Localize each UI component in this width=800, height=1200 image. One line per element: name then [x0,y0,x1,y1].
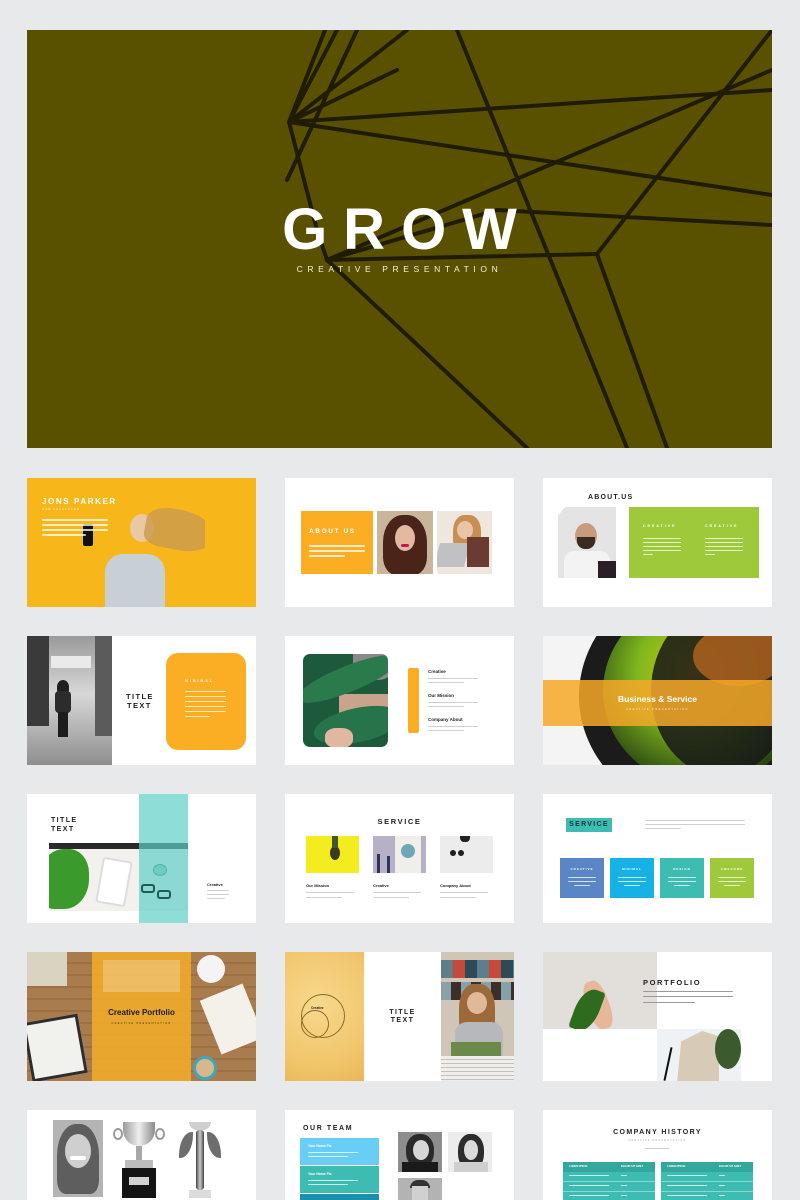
slide-title: PORTFOLIO [643,978,702,987]
slide-thumbnail-jons-parker[interactable]: JONS PARKER WEB DEVELOPER [27,478,256,607]
slide-title-line1: TITLE [126,692,154,701]
slide-title: SERVICE [377,817,422,826]
box-label: CREATIVE [570,867,594,871]
slide-thumbnail-about-us-2[interactable]: ABOUT.US CREATIVE CREATIVE [543,478,772,607]
team-photo-3 [398,1178,442,1200]
slide-title-line2: TEXT [127,701,152,710]
service-item-title: Creative [373,883,389,888]
slide-title: Creative Portfolio [108,1008,175,1017]
table-header: LOREM IPSUM [667,1165,686,1168]
presentation-preview: GROW CREATIVE PRESENTATION JONS PARKER W… [0,0,800,1200]
slide-title: OUR TEAM [303,1125,354,1132]
slide-thumbnail-leaf-list[interactable]: Creative Our Mission Company About [285,636,514,765]
slide-title: SERVICE [569,821,609,828]
slide-title-line1: TITLE [389,1009,416,1016]
service-box-minimal: MINIMAL [610,858,654,898]
woman-behind-leaf-photo [303,654,388,747]
circle-label: Creative [311,1006,324,1010]
slide-thumbnail-company-history[interactable]: COMPANY HISTORY CREATIVE PRESENTATION LO… [543,1110,772,1200]
sunglasses-photo [440,836,493,873]
column-label: CREATIVE [705,524,739,528]
slide-title-line2: TEXT [51,826,75,833]
woman-with-laptop-photo [437,511,492,574]
slide-thumbnail-title-yellow[interactable]: Creative TITLE TEXT [285,952,514,1081]
column-label: CREATIVE [643,524,677,528]
yellow-fabric-photo: Creative [285,952,364,1081]
frame-art-photo [373,836,426,873]
member-name: Your Name Pic [308,1144,332,1148]
slide-subtitle: CREATIVE PRESENTATION [626,708,689,711]
slide-subtitle: CREATIVE PRESENTATION [111,1022,172,1025]
woman-with-headphones-photo [75,506,205,607]
street-walker-photo [27,636,112,765]
slide-thumbnail-service-1[interactable]: SERVICE Our Mission Creative Company Abo… [285,794,514,923]
creative-panel: CREATIVE CREATIVE [629,507,759,578]
slide-thumbnail-about-us-1[interactable]: ABOUT US [285,478,514,607]
history-table-left: LOREM IPSUM DOLOR SIT AMET [563,1162,655,1200]
woman-portrait-photo [377,511,433,574]
slide-thumbnail-awards[interactable] [27,1110,256,1200]
man-with-glasses-photo [558,507,616,578]
service-box-awesome: AWESOME [710,858,754,898]
trophy-statue-icon [177,1122,223,1200]
slide-title: ABOUT.US [588,494,634,501]
service-box-design: DESIGN [660,858,704,898]
hero-title: GROW [282,197,533,262]
member-name: Your Name Pic [308,1172,332,1176]
divider [645,1148,669,1149]
service-label-box: SERVICE [566,818,612,832]
slide-title: JONS PARKER [42,497,117,506]
hero-subtitle: CREATIVE PRESENTATION [296,264,503,274]
list-item-title: Company About [428,717,463,722]
slide-thumbnail-title-teal[interactable]: TITLE TEXT Creative [27,794,256,923]
slide-title-line1: TITLE [51,817,78,824]
team-photo-1 [398,1132,442,1172]
building-photo [657,1029,741,1081]
hero-slide[interactable]: GROW CREATIVE PRESENTATION [27,30,772,448]
woman-record-store-photo [441,952,514,1081]
slide-subtitle: WEB DEVELOPER [42,508,81,511]
minimal-box: MINIMAL [166,653,246,750]
slide-title: Business & Service [618,694,697,704]
slide-title: COMPANY HISTORY [613,1129,702,1136]
slide-thumbnail-business-service[interactable]: Business & Service CREATIVE PRESENTATION [543,636,772,765]
teal-column [139,794,188,923]
slide-title-line2: TEXT [390,1017,415,1024]
list-item-title: Creative [428,669,446,674]
item-title: Creative [207,882,223,887]
slide-thumbnail-creative-portfolio[interactable]: Creative Portfolio CREATIVE PRESENTATION [27,952,256,1081]
slide-thumbnail-service-2[interactable]: SERVICE CREATIVE MINIMAL DESIGN AWESOME [543,794,772,923]
orange-accent-bar [408,668,419,733]
list-item-title: Our Mission [428,693,455,698]
box-label: MINIMAL [622,867,642,871]
history-table-right: LOREM IPSUM DOLOR SIT AMET [661,1162,753,1200]
hand-with-leaf-photo [543,952,657,1029]
table-header: DOLOR SIT AMET [719,1165,742,1168]
trophy-cup-icon [113,1122,165,1200]
slide-thumbnail-our-team[interactable]: OUR TEAM Your Name Pic Your Name Pic [285,1110,514,1200]
box-label: AWESOME [720,867,744,871]
team-photo-2 [448,1132,492,1172]
slide-title: ABOUT US [309,528,356,535]
table-header: LOREM IPSUM [569,1165,588,1168]
service-item-title: Company About [440,883,471,888]
pineapple-photo [306,836,359,873]
service-item-title: Our Mission [306,883,330,888]
table-header: DOLOR SIT AMET [621,1165,644,1168]
smiling-man-photo [53,1120,103,1197]
team-member-card [300,1194,379,1200]
box-label: DESIGN [673,867,691,871]
service-box-creative: CREATIVE [560,858,604,898]
team-member-card: Your Name Pic [300,1138,379,1165]
box-label: MINIMAL [185,679,214,683]
slide-thumbnail-title-minimal[interactable]: TITLE TEXT MINIMAL [27,636,256,765]
slide-thumbnail-portfolio[interactable]: PORTFOLIO [543,952,772,1081]
about-us-box: ABOUT US [301,511,373,574]
team-member-card: Your Name Pic [300,1166,379,1193]
slide-subtitle: CREATIVE PRESENTATION [628,1139,687,1142]
